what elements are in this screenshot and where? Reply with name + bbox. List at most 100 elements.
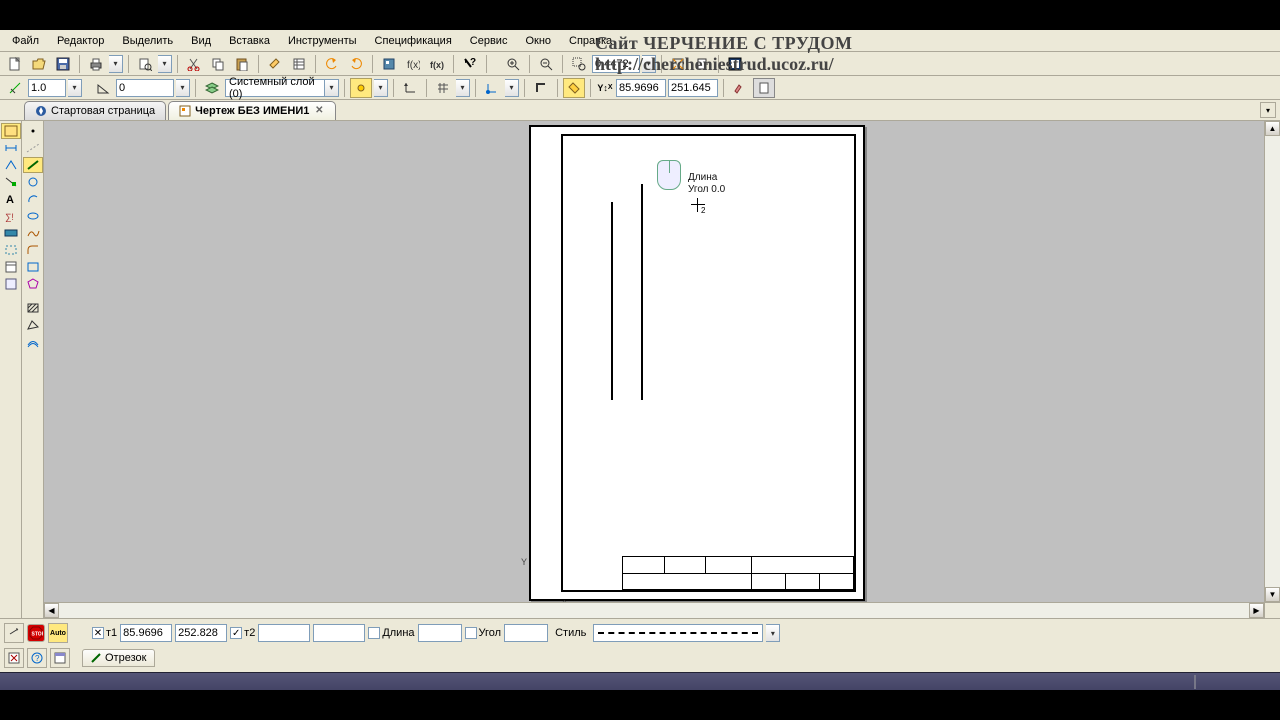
tab-start-page[interactable]: Стартовая страница — [24, 101, 166, 120]
print-button[interactable] — [85, 54, 107, 74]
menu-select[interactable]: Выделить — [114, 32, 181, 50]
angle-step-input[interactable] — [116, 79, 174, 97]
scroll-down-button[interactable]: ▼ — [1265, 587, 1280, 602]
geometry-page-icon[interactable] — [1, 123, 21, 139]
reports-page-icon[interactable] — [1, 276, 21, 292]
style-apply-button[interactable] — [729, 78, 751, 98]
grid-button[interactable] — [432, 78, 454, 98]
fx-button[interactable]: f(x) — [426, 54, 448, 74]
menu-window[interactable]: Окно — [517, 32, 559, 50]
step-dropdown[interactable]: ▾ — [68, 79, 82, 97]
zoom-fit-button[interactable] — [667, 54, 689, 74]
polygon-tool[interactable] — [23, 276, 43, 292]
edit-page-icon[interactable] — [1, 174, 21, 190]
length-input[interactable] — [418, 624, 462, 642]
vertical-scrollbar[interactable]: ▲ ▼ — [1264, 121, 1280, 602]
preview-button[interactable] — [134, 54, 156, 74]
ortho-button[interactable] — [530, 78, 552, 98]
menu-help[interactable]: Справка — [561, 32, 620, 50]
menu-view[interactable]: Вид — [183, 32, 219, 50]
menu-spec[interactable]: Спецификация — [367, 32, 460, 50]
tabbar-scroll-button[interactable]: ▾ — [1260, 102, 1276, 118]
rect-tool[interactable] — [23, 259, 43, 275]
text-page-icon[interactable]: A — [1, 191, 21, 207]
equidist-tool[interactable] — [23, 334, 43, 350]
dimensions-page-icon[interactable] — [1, 140, 21, 156]
t2-checkbox[interactable]: ✓т2 — [230, 627, 255, 639]
t1-x-input[interactable] — [120, 624, 172, 642]
property-tab-segment[interactable]: Отрезок — [82, 649, 155, 667]
create-object-button[interactable] — [4, 623, 24, 643]
contour-tool[interactable] — [23, 317, 43, 333]
zoom-value-input[interactable] — [592, 55, 640, 73]
zoom-window-button[interactable] — [568, 54, 590, 74]
refresh-button[interactable] — [724, 54, 746, 74]
menu-insert[interactable]: Вставка — [221, 32, 278, 50]
layer-dropdown[interactable]: ▾ — [325, 79, 339, 97]
fillet-tool[interactable] — [23, 242, 43, 258]
stop-command-button[interactable]: STOP — [27, 624, 45, 642]
spec-page-icon[interactable] — [1, 259, 21, 275]
manager-button[interactable] — [378, 54, 400, 74]
angle-input[interactable] — [504, 624, 548, 642]
query-button[interactable]: ? — [27, 648, 47, 668]
undo-button[interactable] — [321, 54, 343, 74]
zoom-fit2-button[interactable] — [691, 54, 713, 74]
menu-tools[interactable]: Инструменты — [280, 32, 365, 50]
round-button[interactable] — [563, 78, 585, 98]
close-tab-button[interactable]: ✕ — [313, 105, 325, 117]
menu-service[interactable]: Сервис — [462, 32, 516, 50]
horizontal-scrollbar[interactable]: ◀ ▶ — [44, 602, 1264, 618]
local-cs-button[interactable] — [481, 78, 503, 98]
t2-x-input[interactable] — [258, 624, 310, 642]
style-combo[interactable] — [593, 624, 763, 642]
menu-file[interactable]: Файл — [4, 32, 47, 50]
aux-line-tool[interactable] — [23, 140, 43, 156]
scroll-track-v[interactable] — [1265, 136, 1280, 587]
angle-checkbox[interactable]: Угол — [465, 627, 502, 639]
layer-icon[interactable] — [201, 78, 223, 98]
format-painter-button[interactable] — [264, 54, 286, 74]
t1-checkbox[interactable]: ✕т1 — [92, 627, 117, 639]
cut-button[interactable] — [183, 54, 205, 74]
scroll-left-button[interactable]: ◀ — [44, 603, 59, 618]
sys-coord-button[interactable] — [399, 78, 421, 98]
menu-edit[interactable]: Редактор — [49, 32, 112, 50]
local-cs-dropdown[interactable]: ▾ — [505, 79, 519, 97]
angle-step-dropdown[interactable]: ▾ — [176, 79, 190, 97]
t1-y-input[interactable] — [175, 624, 227, 642]
hatch-tool[interactable] — [23, 300, 43, 316]
tab-drawing-active[interactable]: Чертеж БЕЗ ИМЕНИ1 ✕ — [168, 101, 336, 120]
redo-button[interactable] — [345, 54, 367, 74]
auto-create-button[interactable]: Auto — [48, 623, 68, 643]
scroll-right-button[interactable]: ▶ — [1249, 603, 1264, 618]
segment-tool[interactable] — [23, 157, 43, 173]
grid-dropdown[interactable]: ▾ — [456, 79, 470, 97]
zoom-out-button[interactable] — [535, 54, 557, 74]
paste-button[interactable] — [231, 54, 253, 74]
spline-tool[interactable] — [23, 225, 43, 241]
variables-button[interactable]: f(x) — [402, 54, 424, 74]
open-button[interactable] — [28, 54, 50, 74]
doc-mode-button[interactable] — [753, 78, 775, 98]
t2-y-input[interactable] — [313, 624, 365, 642]
length-checkbox[interactable]: Длина — [368, 627, 414, 639]
select-page-icon[interactable] — [1, 242, 21, 258]
measure-page-icon[interactable] — [1, 225, 21, 241]
toggle-panel-button[interactable] — [50, 648, 70, 668]
scroll-up-button[interactable]: ▲ — [1265, 121, 1280, 136]
ellipse-tool[interactable] — [23, 208, 43, 224]
point-tool[interactable] — [23, 123, 43, 139]
zoom-dropdown[interactable]: ▾ — [642, 55, 656, 73]
param-page-icon[interactable]: ∑! — [1, 208, 21, 224]
preview-dropdown[interactable]: ▾ — [158, 55, 172, 73]
print-dropdown[interactable]: ▾ — [109, 55, 123, 73]
step-icon[interactable] — [4, 78, 26, 98]
properties-button[interactable] — [288, 54, 310, 74]
remember-state-button[interactable] — [4, 648, 24, 668]
help-context-button[interactable]: ? — [459, 54, 481, 74]
circle-tool[interactable] — [23, 174, 43, 190]
step-input[interactable] — [28, 79, 66, 97]
canvas-viewport[interactable]: Длина Угол 0.0 2 — [44, 121, 1280, 618]
zoom-in-button[interactable] — [502, 54, 524, 74]
